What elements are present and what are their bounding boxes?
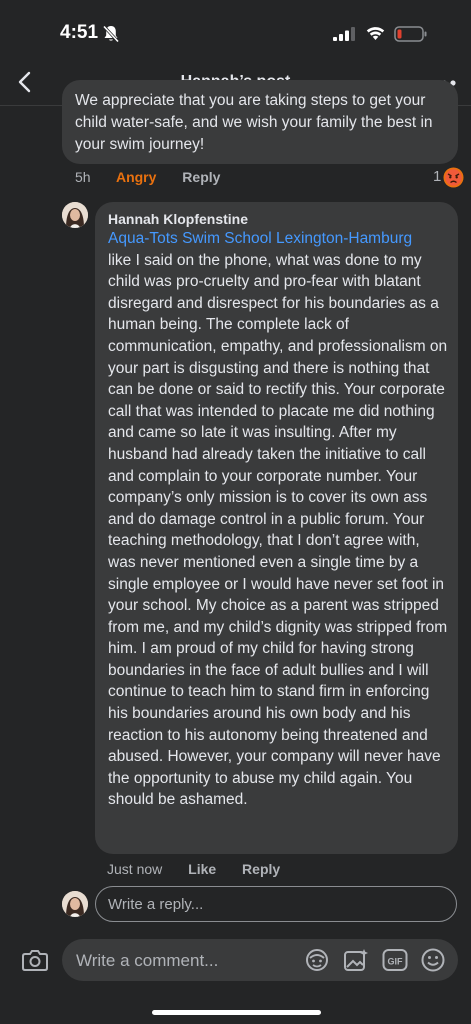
write-reply-input[interactable]: Write a reply... — [95, 886, 457, 922]
previous-comment-actions: 5h Angry Reply — [75, 169, 242, 185]
previous-comment-time: 5h — [75, 169, 91, 185]
avatar — [62, 891, 88, 917]
wifi-icon — [366, 27, 385, 40]
avatar[interactable] — [62, 202, 88, 228]
comment-input[interactable]: Write a comment... GIF — [62, 939, 458, 981]
gif-icon[interactable]: GIF — [382, 948, 408, 972]
avatar-frame-icon[interactable] — [304, 948, 330, 972]
avatar-photo-icon — [62, 202, 88, 228]
previous-comment-text: We appreciate that you are taking steps … — [75, 92, 433, 153]
mention-link[interactable]: Aqua-Tots Swim School Lexington-Hamburg — [108, 228, 450, 250]
angry-reaction-button[interactable]: Angry — [116, 169, 156, 185]
camera-icon[interactable] — [22, 949, 48, 971]
reply-comment-bubble: Hannah Klopfenstine Aqua-Tots Swim Schoo… — [95, 202, 458, 854]
previous-reply-button[interactable]: Reply — [182, 169, 220, 185]
comment-author[interactable]: Hannah Klopfenstine — [108, 211, 248, 227]
reply-time: Just now — [107, 861, 163, 877]
comment-composer-bar: Write a comment... GIF — [0, 932, 471, 1024]
reply-comment-text: Aqua-Tots Swim School Lexington-Hamburg … — [108, 228, 450, 811]
reply-actions: Just now Like Reply — [107, 861, 302, 877]
write-reply-placeholder: Write a reply... — [108, 896, 204, 913]
angry-face-icon[interactable] — [443, 167, 464, 188]
home-indicator[interactable] — [152, 1010, 321, 1015]
reply-body: like I said on the phone, what was done … — [108, 251, 448, 809]
avatar-photo-icon — [62, 891, 88, 917]
reaction-count[interactable]: 1 — [433, 168, 441, 185]
bell-slash-icon — [103, 25, 119, 43]
previous-comment-bubble: We appreciate that you are taking steps … — [62, 80, 458, 164]
battery-low-icon — [394, 26, 427, 42]
reply-button[interactable]: Reply — [242, 861, 280, 877]
cellular-signal-icon — [333, 27, 355, 41]
status-time: 4:51 — [60, 22, 99, 43]
status-bar: 4:51 — [0, 0, 471, 60]
like-button[interactable]: Like — [188, 861, 216, 877]
photo-sparkle-icon[interactable] — [343, 948, 369, 972]
emoji-icon[interactable] — [420, 948, 446, 972]
svg-text:GIF: GIF — [388, 957, 404, 967]
comment-placeholder: Write a comment... — [76, 951, 219, 970]
